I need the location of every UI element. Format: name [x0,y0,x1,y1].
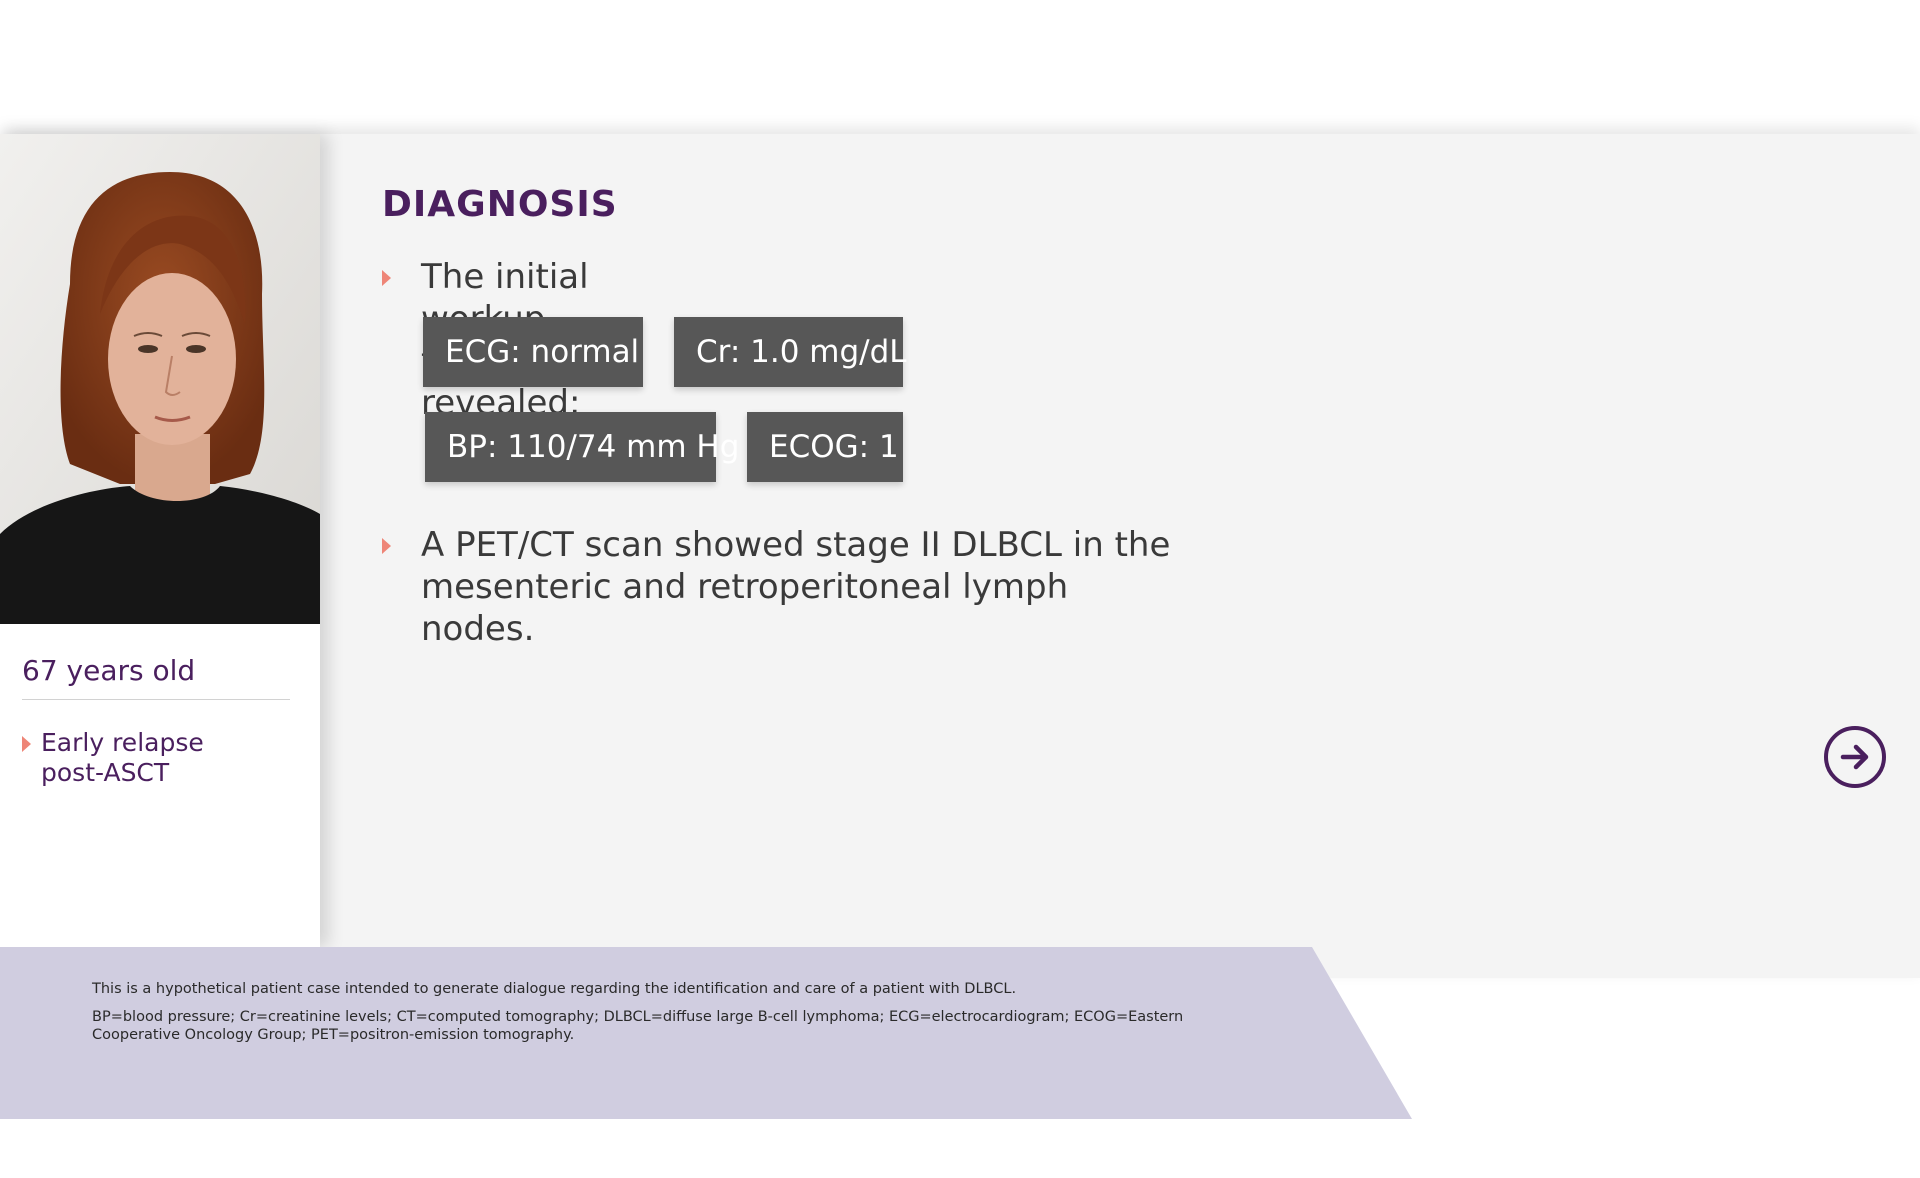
diagnosis-section: DIAGNOSIS The initial workup tests revea… [382,184,1170,649]
abbreviations-text: BP=blood pressure; Cr=creatinine levels;… [92,1009,1184,1043]
case-panel: 67 years old Early relapse post-ASCT DIA… [0,134,1920,978]
patient-portrait-image [0,134,320,624]
section-title: DIAGNOSIS [382,184,618,225]
patient-status: Early relapse post-ASCT [22,728,282,788]
test-result-cr: Cr: 1.0 mg/dL [674,317,907,387]
scan-finding: A PET/CT scan showed stage II DLBCL in t… [421,525,1171,649]
arrow-right-circle-icon [1840,744,1869,770]
test-result-ecg: ECG: normal [423,317,643,387]
disclaimer-text: This is a hypothetical patient case inte… [92,981,1017,997]
caret-right-icon [382,270,391,286]
test-result-bp: BP: 110/74 mm Hg [425,412,739,482]
caret-right-icon [22,736,31,752]
test-result-ecog: ECOG: 1 [747,412,903,482]
patient-photo [0,134,320,624]
next-button[interactable] [1824,726,1886,788]
footnote-band: This is a hypothetical patient case inte… [0,947,1412,1119]
finding-bullet: A PET/CT scan showed stage II DLBCL in t… [382,524,1242,650]
caret-right-icon [382,538,391,554]
patient-sidebar: 67 years old Early relapse post-ASCT [0,134,320,947]
patient-age: 67 years old [22,654,290,700]
patient-status-label: Early relapse post-ASCT [41,728,204,787]
